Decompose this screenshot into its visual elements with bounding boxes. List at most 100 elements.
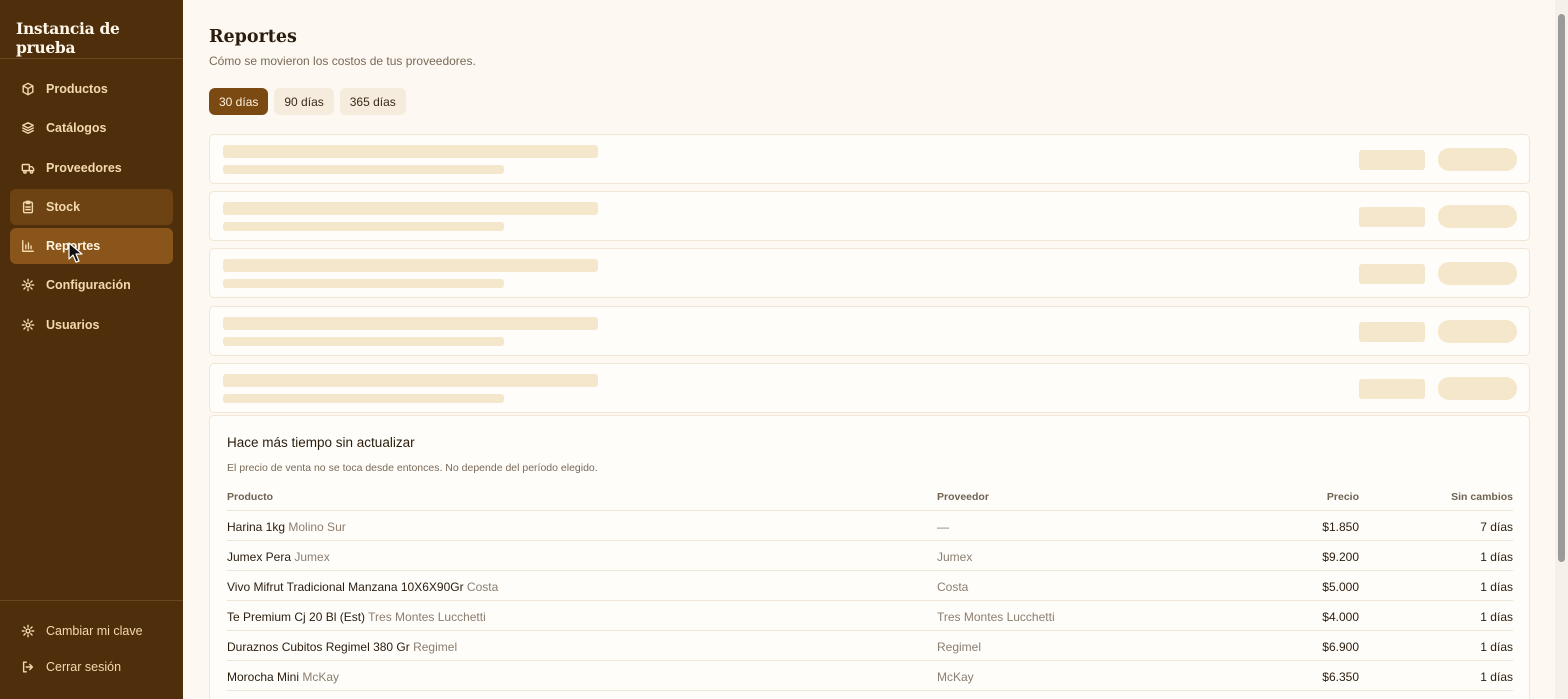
skeleton-pill xyxy=(1438,320,1517,343)
tab-90-dias[interactable]: 90 días xyxy=(274,88,334,115)
days-cell: 7 días xyxy=(1480,520,1513,534)
product-brand: Tres Montes Lucchetti xyxy=(368,610,486,624)
product-cell: Duraznos Cubitos Regimel 380 Gr Regimel xyxy=(227,640,457,654)
product-name: Harina 1kg xyxy=(227,520,286,534)
sidebar-item-proveedores[interactable]: Proveedores xyxy=(10,150,173,186)
days-cell: 1 días xyxy=(1480,550,1513,564)
sidebar-bottom-nav: Cambiar mi clave Cerrar sesión xyxy=(10,613,173,685)
product-cell: Jumex Pera Jumex xyxy=(227,550,330,564)
supplier-cell: McKay xyxy=(937,670,974,684)
price-cell: $9.200 xyxy=(1322,550,1359,564)
skeleton-pill xyxy=(1438,377,1517,400)
skeleton-block xyxy=(1359,322,1425,342)
product-name: Jumex Pera xyxy=(227,550,292,564)
skeleton-line xyxy=(223,145,598,158)
column-header-product: Producto xyxy=(227,491,274,503)
days-cell: 1 días xyxy=(1480,580,1513,594)
product-cell: Harina 1kg Molino Sur xyxy=(227,520,346,534)
skeleton-block xyxy=(1359,207,1425,227)
gear-icon xyxy=(20,277,36,293)
product-name: Te Premium Cj 20 Bl (Est) xyxy=(227,610,366,624)
skeleton-card xyxy=(209,191,1530,241)
gear-icon xyxy=(20,317,36,333)
page-title: Reportes xyxy=(209,27,297,47)
sidebar-item-label: Proveedores xyxy=(46,160,122,175)
scrollbar-thumb[interactable] xyxy=(1558,14,1565,562)
supplier-cell: Tres Montes Lucchetti xyxy=(937,610,1055,624)
days-cell: 1 días xyxy=(1480,610,1513,624)
sidebar-divider xyxy=(0,58,183,59)
table-row[interactable]: Harina 1kg Molino Sur — $1.850 7 días xyxy=(227,511,1513,541)
skeleton-pill xyxy=(1438,262,1517,285)
skeleton-card xyxy=(209,363,1530,413)
panel-title: Hace más tiempo sin actualizar xyxy=(227,435,415,450)
sidebar-item-productos[interactable]: Productos xyxy=(10,71,173,107)
table-row[interactable]: Morocha Mini McKay McKay $6.350 1 días xyxy=(227,661,1513,691)
skeleton-line xyxy=(223,337,504,346)
column-header-supplier: Proveedor xyxy=(937,491,989,503)
tab-365-dias[interactable]: 365 días xyxy=(339,88,406,115)
skeleton-line xyxy=(223,259,598,272)
product-brand: Jumex xyxy=(294,550,330,564)
days-cell: 1 días xyxy=(1480,640,1513,654)
sidebar-item-reportes[interactable]: Reportes xyxy=(10,228,173,265)
days-cell: 1 días xyxy=(1480,670,1513,684)
supplier-cell: Costa xyxy=(937,580,969,594)
sidebar-nav: Productos Catálogos Proveedores Stock Re… xyxy=(10,71,173,346)
bar-chart-icon xyxy=(20,238,36,254)
product-brand: McKay xyxy=(302,670,340,684)
sidebar-item-configuracion[interactable]: Configuración xyxy=(10,267,173,303)
table-row[interactable]: Duraznos Cubitos Regimel 380 Gr Regimel … xyxy=(227,631,1513,661)
skeleton-block xyxy=(1359,264,1425,284)
product-brand: Costa xyxy=(466,580,499,594)
logout-label: Cerrar sesión xyxy=(46,660,122,674)
sidebar-item-label: Configuración xyxy=(46,278,131,293)
box-icon xyxy=(20,81,36,97)
skeleton-block xyxy=(1359,379,1425,399)
skeleton-line xyxy=(223,279,504,288)
skeleton-line xyxy=(223,165,504,174)
supplier-cell: — xyxy=(937,520,949,534)
change-password-button[interactable]: Cambiar mi clave xyxy=(10,613,173,649)
product-cell: Te Premium Cj 20 Bl (Est) Tres Montes Lu… xyxy=(227,610,486,624)
table-row[interactable]: Jumex Pera Jumex Jumex $9.200 1 días xyxy=(227,541,1513,571)
skeleton-line xyxy=(223,317,598,330)
stale-prices-panel: Hace más tiempo sin actualizar El precio… xyxy=(209,415,1530,699)
table-row[interactable]: Te Premium Cj 20 Bl (Est) Tres Montes Lu… xyxy=(227,601,1513,631)
skeleton-block xyxy=(1359,150,1425,170)
price-cell: $6.350 xyxy=(1322,670,1359,684)
table-row[interactable]: Vivo Mifrut Tradicional Manzana 10X6X90G… xyxy=(227,571,1513,601)
skeleton-line xyxy=(223,202,598,215)
skeleton-card xyxy=(209,248,1530,298)
skeleton-pill xyxy=(1438,205,1517,228)
sidebar-item-label: Stock xyxy=(46,199,81,214)
change-password-label: Cambiar mi clave xyxy=(46,624,143,638)
skeleton-pill xyxy=(1438,148,1517,171)
sidebar-item-usuarios[interactable]: Usuarios xyxy=(10,307,173,343)
product-name: Vivo Mifrut Tradicional Manzana 10X6X90G… xyxy=(227,580,464,594)
column-header-price: Precio xyxy=(1326,491,1359,503)
sidebar-item-stock[interactable]: Stock xyxy=(10,188,173,225)
product-brand: Regimel xyxy=(413,640,458,654)
table-header: Producto Proveedor Precio Sin cambios xyxy=(227,491,1513,511)
main-content: Reportes Cómo se movieron los costos de … xyxy=(183,0,1555,699)
supplier-cell: Jumex xyxy=(937,550,973,564)
page-subtitle: Cómo se movieron los costos de tus prove… xyxy=(209,54,476,68)
price-cell: $6.900 xyxy=(1322,640,1359,654)
logout-icon xyxy=(20,659,36,675)
layers-icon xyxy=(20,120,36,136)
skeleton-line xyxy=(223,394,504,403)
sidebar-item-catalogos[interactable]: Catálogos xyxy=(10,110,173,146)
clipboard-icon xyxy=(20,199,36,215)
sidebar-item-label: Productos xyxy=(46,82,108,96)
panel-subtitle: El precio de venta no se toca desde ento… xyxy=(227,462,598,474)
product-cell: Vivo Mifrut Tradicional Manzana 10X6X90G… xyxy=(227,580,498,594)
sidebar: Instancia de prueba Productos Catálogos … xyxy=(0,0,183,699)
logout-button[interactable]: Cerrar sesión xyxy=(10,649,173,685)
product-name: Duraznos Cubitos Regimel 380 Gr xyxy=(227,640,410,654)
skeleton-line xyxy=(223,374,598,387)
scrollbar-track[interactable] xyxy=(1555,0,1568,699)
product-brand: Molino Sur xyxy=(288,520,346,534)
tab-30-dias[interactable]: 30 días xyxy=(209,88,269,115)
supplier-cell: Regimel xyxy=(937,640,982,654)
